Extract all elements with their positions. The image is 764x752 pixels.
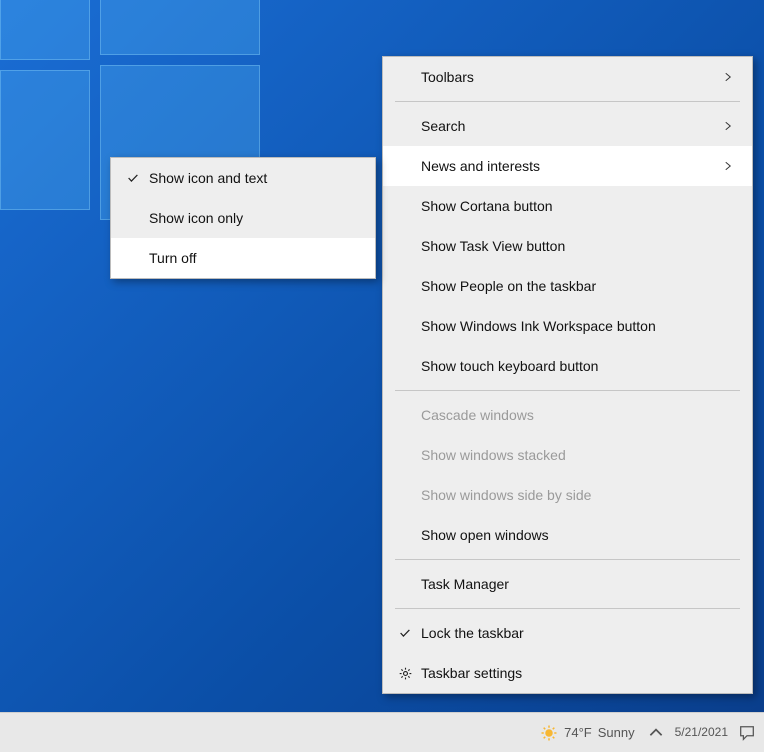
menu-item-search[interactable]: Search <box>383 106 752 146</box>
date-label: 5/21/2021 <box>675 726 728 739</box>
menu-item-news-and-interests[interactable]: News and interests <box>383 146 752 186</box>
chevron-right-icon <box>720 71 736 83</box>
menu-item-show-windows-side-by-side: Show windows side by side <box>383 475 752 515</box>
menu-item-lock-taskbar[interactable]: Lock the taskbar <box>383 613 752 653</box>
menu-item-label: Show windows stacked <box>417 447 736 463</box>
menu-separator <box>395 101 740 102</box>
wallpaper-pane <box>100 0 260 55</box>
menu-item-label: Show Windows Ink Workspace button <box>417 318 736 334</box>
menu-item-label: Show People on the taskbar <box>417 278 736 294</box>
chevron-right-icon <box>720 120 736 132</box>
menu-item-label: Show Task View button <box>417 238 736 254</box>
menu-item-label: Show icon and text <box>145 170 359 186</box>
menu-item-task-manager[interactable]: Task Manager <box>383 564 752 604</box>
menu-item-label: Task Manager <box>417 576 736 592</box>
menu-item-label: Show icon only <box>145 210 359 226</box>
menu-item-label: Toolbars <box>417 69 720 85</box>
menu-item-toolbars[interactable]: Toolbars <box>383 57 752 97</box>
menu-item-label: Show touch keyboard button <box>417 358 736 374</box>
menu-item-label: News and interests <box>417 158 720 174</box>
wallpaper-pane <box>0 0 90 60</box>
menu-item-show-windows-stacked: Show windows stacked <box>383 435 752 475</box>
sun-icon <box>540 724 558 742</box>
weather-widget[interactable]: 74°F Sunny <box>540 724 634 742</box>
menu-separator <box>395 390 740 391</box>
submenu-item-show-icon-only[interactable]: Show icon only <box>111 198 375 238</box>
checkmark-icon <box>393 626 417 640</box>
menu-item-label: Show windows side by side <box>417 487 736 503</box>
tray-chevron-up-icon[interactable] <box>647 724 665 742</box>
menu-item-show-cortana-button[interactable]: Show Cortana button <box>383 186 752 226</box>
menu-item-label: Cascade windows <box>417 407 736 423</box>
menu-item-label: Show Cortana button <box>417 198 736 214</box>
wallpaper-pane <box>0 70 90 210</box>
menu-item-show-ink-workspace[interactable]: Show Windows Ink Workspace button <box>383 306 752 346</box>
system-tray[interactable]: 5/21/2021 <box>647 724 756 742</box>
news-interests-submenu: Show icon and text Show icon only Turn o… <box>110 157 376 279</box>
menu-item-label: Taskbar settings <box>417 665 736 681</box>
menu-separator <box>395 608 740 609</box>
taskbar-context-menu: Toolbars Search News and interests Show … <box>382 56 753 694</box>
submenu-item-show-icon-and-text[interactable]: Show icon and text <box>111 158 375 198</box>
menu-item-label: Search <box>417 118 720 134</box>
menu-item-show-open-windows[interactable]: Show open windows <box>383 515 752 555</box>
menu-item-show-people[interactable]: Show People on the taskbar <box>383 266 752 306</box>
taskbar[interactable]: 74°F Sunny 5/21/2021 <box>0 712 764 752</box>
menu-item-label: Lock the taskbar <box>417 625 736 641</box>
taskbar-date[interactable]: 5/21/2021 <box>675 726 728 739</box>
chevron-right-icon <box>720 160 736 172</box>
menu-item-show-task-view-button[interactable]: Show Task View button <box>383 226 752 266</box>
gear-icon <box>393 666 417 681</box>
menu-item-show-touch-keyboard[interactable]: Show touch keyboard button <box>383 346 752 386</box>
menu-item-taskbar-settings[interactable]: Taskbar settings <box>383 653 752 693</box>
menu-item-label: Turn off <box>145 250 359 266</box>
menu-item-label: Show open windows <box>417 527 736 543</box>
menu-separator <box>395 559 740 560</box>
submenu-item-turn-off[interactable]: Turn off <box>111 238 375 278</box>
weather-condition: Sunny <box>598 725 635 740</box>
menu-item-cascade-windows: Cascade windows <box>383 395 752 435</box>
action-center-icon[interactable] <box>738 724 756 742</box>
weather-temp: 74°F <box>564 725 592 740</box>
checkmark-icon <box>121 171 145 185</box>
